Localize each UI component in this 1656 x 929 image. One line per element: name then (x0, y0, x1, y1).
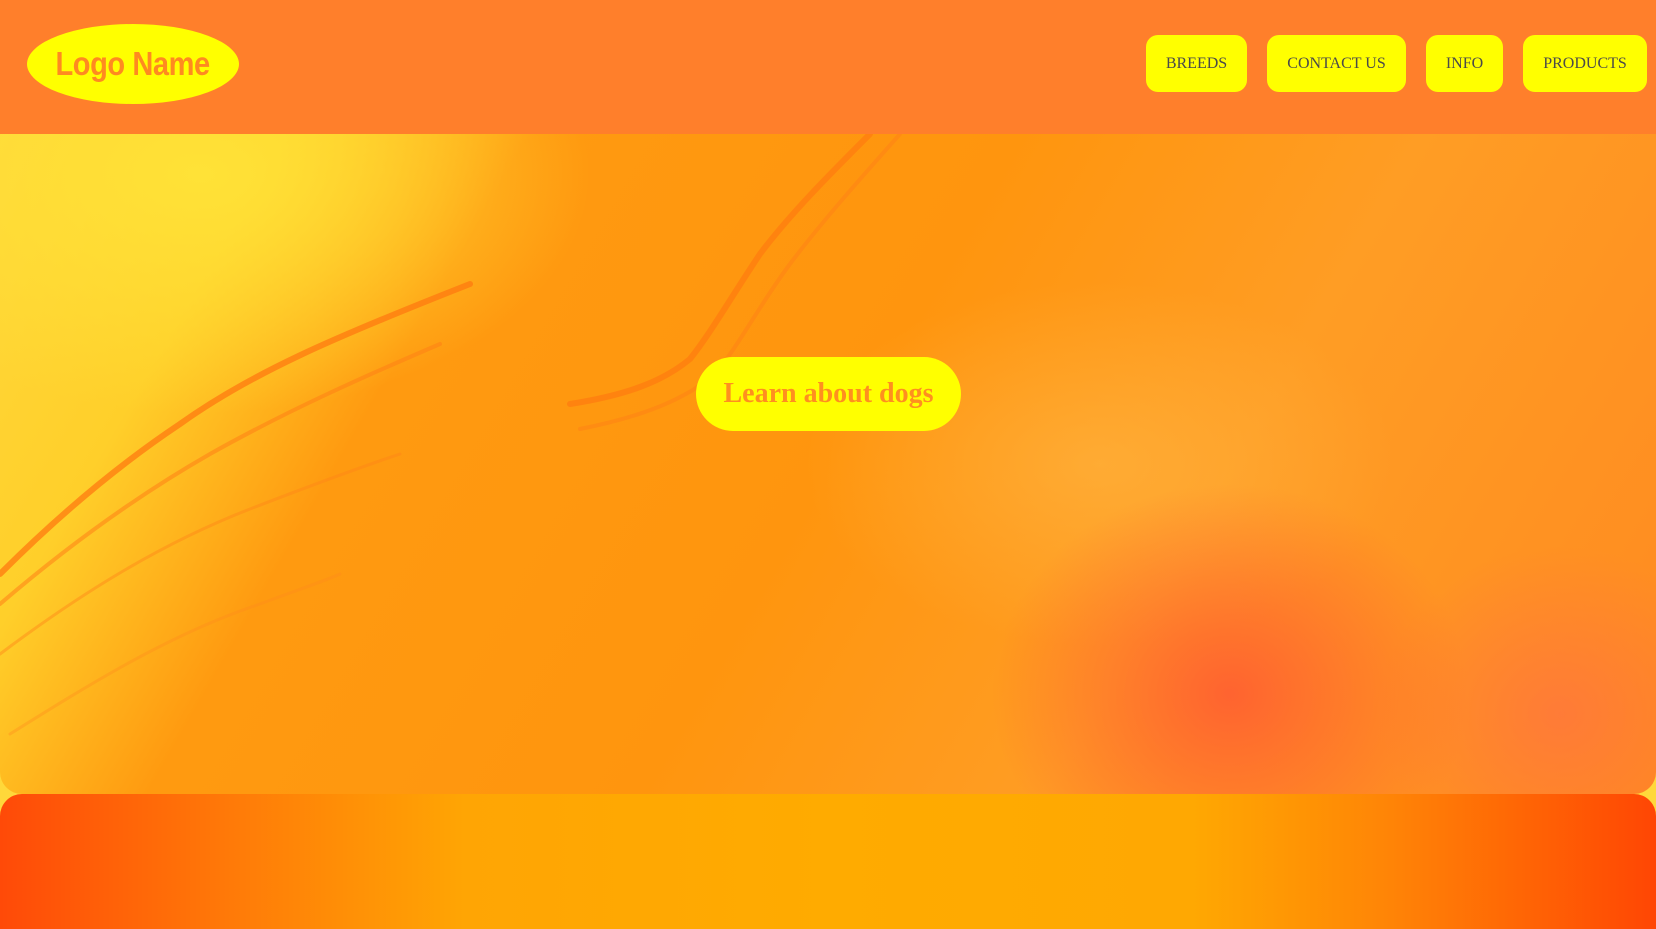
logo-text: Logo Name (55, 45, 211, 82)
hero-background-art (0, 134, 902, 736)
nav-contact-us-button[interactable]: CONTACT US (1267, 35, 1406, 92)
nav-products-button[interactable]: PRODUCTS (1523, 35, 1647, 92)
lower-section (0, 794, 1656, 929)
logo[interactable]: Logo Name (27, 24, 239, 104)
hero-banner: Learn about dogs (0, 134, 1656, 794)
nav-breeds-button[interactable]: BREEDS (1146, 35, 1247, 92)
site-header: Logo Name BREEDS CONTACT US INFO PRODUCT… (0, 0, 1656, 134)
learn-about-dogs-button[interactable]: Learn about dogs (696, 357, 961, 431)
page: Logo Name BREEDS CONTACT US INFO PRODUCT… (0, 0, 1656, 929)
nav-info-button[interactable]: INFO (1426, 35, 1503, 92)
